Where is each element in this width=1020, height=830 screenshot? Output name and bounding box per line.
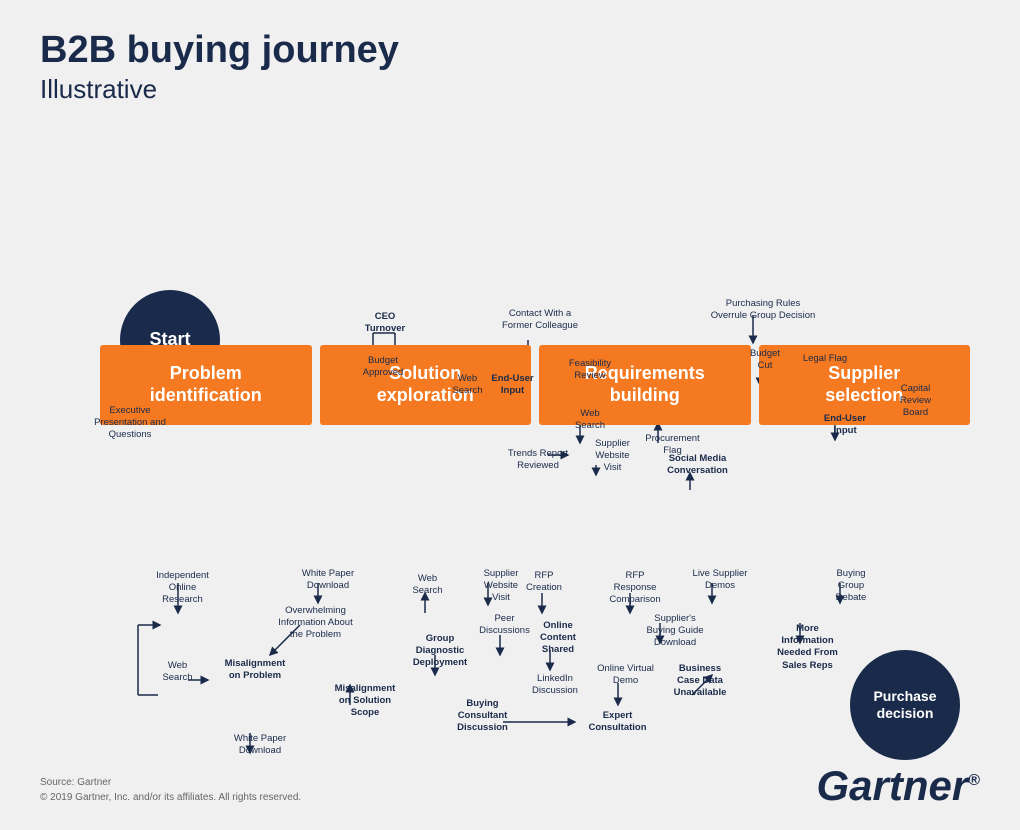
- white-paper-2: White PaperDownload: [225, 733, 295, 758]
- independent-research: IndependentOnlineResearch: [145, 570, 220, 607]
- group-diagnostic: GroupDiagnosticDeployment: [400, 633, 480, 670]
- contact-colleague: Contact With aFormer Colleague: [490, 308, 590, 333]
- diagram-area: Start Problemidentification Solutionexpl…: [40, 115, 980, 765]
- purchase-decision-circle: Purchasedecision: [850, 650, 960, 760]
- budget-cut: BudgetCut: [740, 348, 790, 373]
- ceo-turnover: CEOTurnover: [350, 311, 420, 336]
- white-paper-1: White PaperDownload: [288, 568, 368, 593]
- online-content-shared: OnlineContentShared: [523, 620, 593, 657]
- capital-review: CapitalReviewBoard: [878, 383, 953, 420]
- page-subtitle: Illustrative: [40, 74, 980, 105]
- web-search-solution-bottom: WebSearch: [400, 573, 455, 598]
- suppliers-buying-guide: Supplier'sBuying GuideDownload: [635, 613, 715, 650]
- rfp-response: RFPResponseComparison: [595, 570, 675, 607]
- end-user-input-1: End-UserInput: [475, 373, 550, 398]
- trends-report: Trends ReportReviewed: [498, 448, 578, 473]
- web-search-feasibility: WebSearch: [560, 408, 620, 433]
- business-case: BusinessCase DataUnavailable: [660, 663, 740, 700]
- gartner-logo: Gartner®: [816, 762, 980, 810]
- overwhelming-info: OverwhelmingInformation Aboutthe Problem: [268, 605, 363, 642]
- misalignment-problem: Misalignmenton Problem: [215, 658, 295, 683]
- feasibility-review: FeasibilityReview: [550, 358, 630, 383]
- expert-consultation: ExpertConsultation: [580, 710, 655, 735]
- budget-approved: BudgetApproved: [348, 355, 418, 380]
- legal-flag: Legal Flag: [795, 353, 855, 365]
- more-information: MoreInformationNeeded FromSales Reps: [765, 623, 850, 672]
- live-supplier-demos: Live SupplierDemos: [685, 568, 755, 593]
- online-virtual-demo: Online VirtualDemo: [588, 663, 663, 688]
- executive-annotation: Executive Presentation and Questions: [90, 405, 170, 442]
- source-text: Source: Gartner © 2019 Gartner, Inc. and…: [40, 775, 301, 805]
- buying-group-debate: BuyingGroupDebate: [816, 568, 886, 605]
- page-title: B2B buying journey: [40, 30, 980, 72]
- social-media: Social MediaConversation: [655, 453, 740, 478]
- main-container: B2B buying journey Illustrative: [0, 0, 1020, 830]
- end-user-input-2: End-UserInput: [810, 413, 880, 438]
- rfp-creation: RFPCreation: [514, 570, 574, 595]
- buying-consultant: BuyingConsultantDiscussion: [440, 698, 525, 735]
- linkedin-discussion: LinkedInDiscussion: [520, 673, 590, 698]
- web-search-bottom-left: WebSearch: [150, 660, 205, 685]
- misalignment-solution: Misalignmenton SolutionScope: [320, 683, 410, 720]
- purchasing-rules: Purchasing RulesOverrule Group Decision: [708, 298, 818, 323]
